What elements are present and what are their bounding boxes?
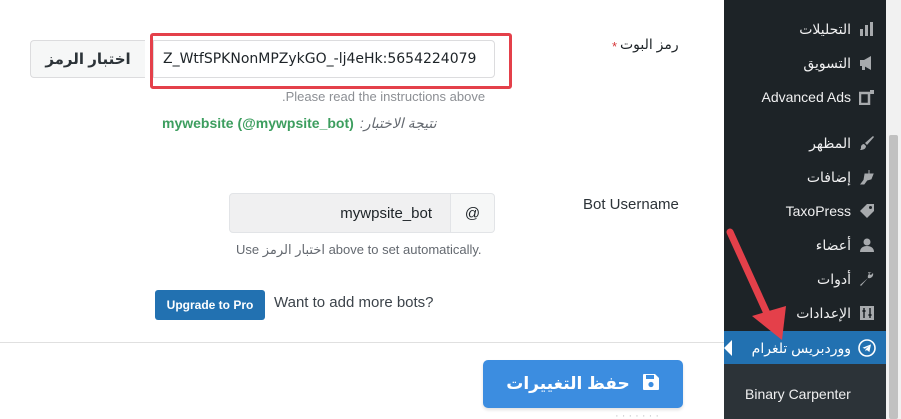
instructions-text: .Please read the instructions above: [282, 89, 486, 104]
sidebar-item-label: ووردبريس تلغرام: [751, 339, 851, 356]
test-token-button[interactable]: اختبار الرمز: [30, 40, 145, 78]
divider: [0, 342, 724, 343]
bot-username-help: Use اختبار الرمز above to set automatica…: [236, 242, 482, 257]
sidebar-item-users[interactable]: أعضاء: [724, 228, 886, 262]
tag-icon: [857, 201, 877, 221]
sidebar-item-taxopress[interactable]: TaxoPress: [724, 194, 886, 228]
sidebar-item-label: الإعدادات: [796, 304, 851, 321]
save-changes-label: حفظ التغييرات: [506, 374, 630, 393]
paintbrush-icon: [857, 133, 877, 153]
sidebar-item-tools[interactable]: أدوات: [724, 262, 886, 296]
test-result: نتيجة الاختبار: mywebsite (@mywpsite_bot…: [162, 115, 436, 132]
user-icon: [857, 235, 877, 255]
submenu-item-binary-carpenter[interactable]: Binary Carpenter: [745, 386, 851, 402]
footer-text: · · · · · · ·: [615, 410, 659, 419]
bar-chart-icon: [857, 19, 877, 39]
test-result-label: نتيجة الاختبار:: [359, 115, 437, 131]
sidebar-item-advanced-ads[interactable]: Advanced Ads: [724, 80, 886, 114]
required-mark: *: [612, 39, 618, 54]
sidebar-item-label: Advanced Ads: [761, 89, 851, 105]
upgrade-prompt: Want to add more bots?: [274, 294, 434, 311]
sidebar-item-label: أعضاء: [815, 236, 851, 253]
admin-sidebar: التحليلات التسويق Advanced Ads المظهر إض…: [724, 0, 886, 419]
sidebar-item-wordpress-telegram[interactable]: ووردبريس تلغرام: [724, 331, 886, 365]
settings-icon: [857, 303, 877, 323]
sidebar-item-label: إضافات: [806, 168, 851, 185]
settings-panel: اختبار الرمز Z_WtfSPKNonMPZykGO_-lj4eHk:…: [0, 0, 724, 419]
bot-token-label: رمز البوت: [620, 36, 679, 52]
telegram-icon: [857, 338, 877, 358]
test-result-value: mywebsite (@mywpsite_bot): [162, 115, 354, 131]
sidebar-item-label: TaxoPress: [785, 203, 851, 219]
at-symbol-addon: @: [451, 193, 495, 233]
sidebar-item-appearance[interactable]: المظهر: [724, 126, 886, 160]
active-item-notch: [724, 340, 732, 356]
bot-username-label: Bot Username: [583, 196, 679, 213]
sidebar-submenu: Binary Carpenter: [724, 364, 886, 419]
sidebar-item-label: التحليلات: [799, 20, 851, 37]
sidebar-item-marketing[interactable]: التسويق: [724, 46, 886, 80]
scrollbar-thumb[interactable]: [889, 135, 898, 419]
ads-icon: [857, 87, 877, 107]
sidebar-item-analytics[interactable]: التحليلات: [724, 12, 886, 46]
sidebar-item-label: المظهر: [809, 134, 851, 151]
scrollbar[interactable]: [886, 0, 901, 419]
upgrade-to-pro-button[interactable]: Upgrade to Pro: [155, 290, 265, 320]
save-changes-button[interactable]: حفظ التغييرات: [483, 360, 683, 408]
sidebar-item-label: التسويق: [803, 54, 851, 71]
megaphone-icon: [857, 53, 877, 73]
sidebar-item-label: أدوات: [817, 270, 851, 287]
plug-icon: [857, 167, 877, 187]
bot-token-input[interactable]: Z_WtfSPKNonMPZykGO_-lj4eHk:5654224079: [153, 40, 495, 78]
sidebar-item-plugins[interactable]: إضافات: [724, 160, 886, 194]
wrench-icon: [857, 269, 877, 289]
floppy-disk-icon: [642, 373, 660, 396]
sidebar-item-settings[interactable]: الإعدادات: [724, 296, 886, 330]
bot-username-input[interactable]: mywpsite_bot: [229, 193, 451, 233]
